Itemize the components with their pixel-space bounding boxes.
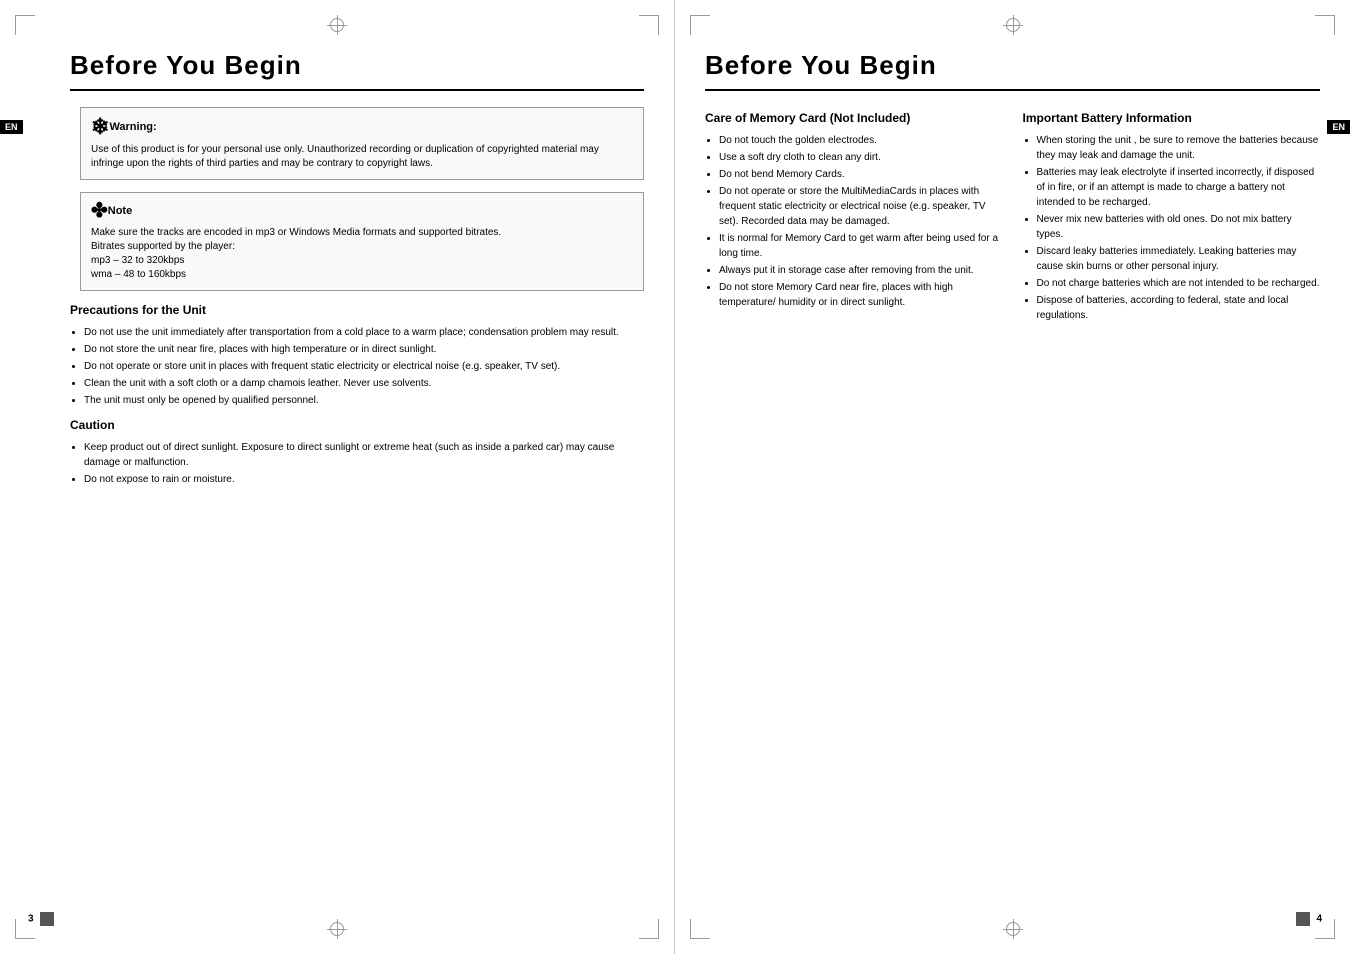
corner-mark-tr <box>639 15 659 35</box>
caution-title: Caution <box>70 418 644 432</box>
precautions-title: Precautions for the Unit <box>70 303 644 317</box>
list-item: Do not operate or store the MultiMediaCa… <box>719 184 1003 229</box>
warning-box: ❄ Warning: Use of this product is for yo… <box>80 107 644 180</box>
en-badge-left: EN <box>0 120 23 134</box>
list-item: Batteries may leak electrolyte if insert… <box>1037 165 1321 210</box>
corner-mark-tl-right <box>690 15 710 35</box>
list-item: Dispose of batteries, according to feder… <box>1037 293 1321 323</box>
memory-card-title: Care of Memory Card (Not Included) <box>705 111 1003 125</box>
battery-title: Important Battery Information <box>1023 111 1321 125</box>
en-badge-right: EN <box>1327 120 1350 134</box>
left-page: EN Before You Begin ❄ Warning: Use of th… <box>0 0 675 954</box>
list-item: Discard leaky batteries immediately. Lea… <box>1037 244 1321 274</box>
note-header: ✤ Note <box>91 201 633 221</box>
page-num-box-right <box>1296 912 1310 926</box>
list-item: When storing the unit , be sure to remov… <box>1037 133 1321 163</box>
list-item: Do not bend Memory Cards. <box>719 167 1003 182</box>
page-number-left: 3 <box>28 912 54 926</box>
caution-list: Keep product out of direct sunlight. Exp… <box>84 440 644 487</box>
right-page-content: Care of Memory Card (Not Included) Do no… <box>705 107 1320 333</box>
corner-mark-bl-right <box>690 919 710 939</box>
battery-col: Important Battery Information When stori… <box>1023 107 1321 333</box>
crosshair-top-right <box>1003 15 1023 35</box>
crosshair-circle <box>330 18 344 32</box>
crosshair-bottom-left <box>327 919 347 939</box>
precautions-section: Precautions for the Unit Do not use the … <box>70 303 644 408</box>
note-label: Note <box>108 205 132 217</box>
list-item: Do not store the unit near fire, places … <box>84 342 644 357</box>
crosshair-bottom-right <box>1003 919 1023 939</box>
crosshair-circle-top-right <box>1006 18 1020 32</box>
list-item: The unit must only be opened by qualifie… <box>84 393 644 408</box>
list-item: Do not use the unit immediately after tr… <box>84 325 644 340</box>
warning-label: Warning: <box>109 121 156 133</box>
corner-mark-br <box>639 919 659 939</box>
note-icon: ✤ <box>91 201 108 221</box>
list-item: Never mix new batteries with old ones. D… <box>1037 212 1321 242</box>
warning-icon: ❄ <box>91 116 109 138</box>
list-item: Always put it in storage case after remo… <box>719 263 1003 278</box>
list-item: Use a soft dry cloth to clean any dirt. <box>719 150 1003 165</box>
memory-card-col: Care of Memory Card (Not Included) Do no… <box>705 107 1003 333</box>
right-page: EN Before You Begin Care of Memory Card … <box>675 0 1350 954</box>
list-item: Clean the unit with a soft cloth or a da… <box>84 376 644 391</box>
crosshair-circle-bottom-right <box>1006 922 1020 936</box>
note-text: Make sure the tracks are encoded in mp3 … <box>91 226 633 282</box>
page-number-right: 4 <box>1296 912 1322 926</box>
precautions-list: Do not use the unit immediately after tr… <box>84 325 644 408</box>
list-item: Do not expose to rain or moisture. <box>84 472 644 487</box>
crosshair-circle-bottom <box>330 922 344 936</box>
page-num-box-left <box>40 912 54 926</box>
battery-list: When storing the unit , be sure to remov… <box>1037 133 1321 323</box>
memory-card-list: Do not touch the golden electrodes. Use … <box>719 133 1003 310</box>
crosshair-top-left <box>327 15 347 35</box>
list-item: Do not operate or store unit in places w… <box>84 359 644 374</box>
caution-section: Caution Keep product out of direct sunli… <box>70 418 644 487</box>
list-item: Do not touch the golden electrodes. <box>719 133 1003 148</box>
left-page-title: Before You Begin <box>70 50 644 91</box>
warning-header: ❄ Warning: <box>91 116 633 138</box>
list-item: Do not charge batteries which are not in… <box>1037 276 1321 291</box>
list-item: Keep product out of direct sunlight. Exp… <box>84 440 644 470</box>
note-box: ✤ Note Make sure the tracks are encoded … <box>80 192 644 291</box>
corner-mark-tr-right <box>1315 15 1335 35</box>
list-item: It is normal for Memory Card to get warm… <box>719 231 1003 261</box>
corner-mark-tl <box>15 15 35 35</box>
right-page-title: Before You Begin <box>705 50 1320 91</box>
list-item: Do not store Memory Card near fire, plac… <box>719 280 1003 310</box>
warning-text: Use of this product is for your personal… <box>91 143 633 171</box>
